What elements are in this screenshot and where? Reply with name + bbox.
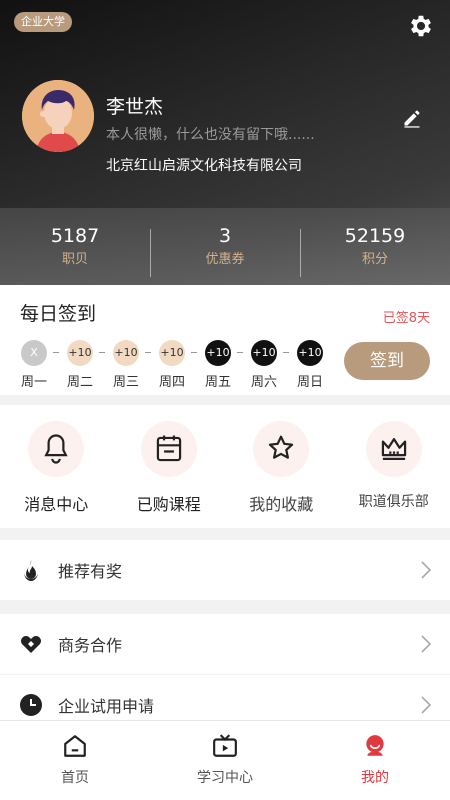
checkin-day: +10 周六 xyxy=(248,340,280,390)
stat-value: 3 xyxy=(218,224,232,247)
day-connector xyxy=(191,352,197,353)
day-label: 周三 xyxy=(112,375,139,390)
menu-item-business[interactable]: 商务合作 xyxy=(0,614,450,674)
day-mark: +10 xyxy=(159,340,185,366)
daily-checkin-card: 每日签到 已签8天 X 周一 +10 周二 +10 周三 +10 周四 +10 … xyxy=(0,285,450,395)
tab-learning-center[interactable]: 学习中心 xyxy=(150,721,300,800)
pencil-icon[interactable] xyxy=(402,108,422,128)
checkin-button[interactable]: 签到 xyxy=(344,342,430,380)
gear-icon[interactable] xyxy=(407,12,435,40)
user-motto: 本人很懒，什么也没有留下哦...... xyxy=(106,127,315,143)
day-mark: +10 xyxy=(297,340,323,366)
stat-label: 优惠券 xyxy=(205,251,245,267)
day-label: 周四 xyxy=(158,375,185,390)
calendar-icon xyxy=(140,421,197,477)
checkin-day: +10 周日 xyxy=(294,340,326,390)
tab-label: 我的 xyxy=(361,770,389,786)
day-label: 周六 xyxy=(250,375,277,390)
stat-label: 职贝 xyxy=(61,251,88,267)
flame-icon xyxy=(24,560,38,581)
company-name: 北京红山启源文化科技有限公司 xyxy=(106,158,302,174)
quick-item-courses[interactable]: 已购课程 xyxy=(113,405,226,528)
day-label: 周日 xyxy=(296,375,323,390)
quick-item-favorites[interactable]: 我的收藏 xyxy=(225,405,338,528)
day-connector xyxy=(53,352,59,353)
profile-header: 企业大学 李世杰 本人很懒，什么也没有留下哦...... 北京红山启源文化科技有… xyxy=(0,0,450,285)
day-mark: +10 xyxy=(67,340,93,366)
bottom-tab-bar: 首页 学习中心 我的 xyxy=(0,720,450,800)
quick-access-grid: 消息中心 已购课程 我的收藏 职道俱乐部 xyxy=(0,405,450,528)
quick-item-label: 已购课程 xyxy=(136,495,201,514)
enterprise-badge[interactable]: 企业大学 xyxy=(14,12,72,32)
clock-icon xyxy=(20,694,42,716)
crown-icon xyxy=(365,421,422,477)
day-mark: X xyxy=(21,340,47,366)
day-connector xyxy=(99,352,105,353)
day-connector xyxy=(237,352,243,353)
day-mark: +10 xyxy=(205,340,231,366)
checkin-title: 每日签到 xyxy=(20,303,97,325)
checkin-day: +10 周四 xyxy=(156,340,188,390)
profile-icon xyxy=(366,735,384,756)
checkin-day: +10 周二 xyxy=(64,340,96,390)
chevron-right-icon xyxy=(421,635,432,653)
day-label: 周五 xyxy=(204,375,231,390)
tab-mine[interactable]: 我的 xyxy=(300,721,450,800)
quick-item-club[interactable]: 职道俱乐部 xyxy=(338,405,450,528)
bell-icon xyxy=(28,421,85,477)
day-label: 周一 xyxy=(20,375,47,390)
stat-value: 52159 xyxy=(344,224,406,247)
tab-label: 学习中心 xyxy=(197,770,253,786)
tab-home[interactable]: 首页 xyxy=(0,721,150,800)
avatar[interactable] xyxy=(22,80,94,152)
checkin-day: +10 周三 xyxy=(110,340,142,390)
menu-item-referral[interactable]: 推荐有奖 xyxy=(0,540,450,600)
menu-item-label: 商务合作 xyxy=(58,636,123,655)
tab-label: 首页 xyxy=(61,770,89,786)
chevron-right-icon xyxy=(421,696,432,714)
stats-bar: 5187 职贝 3 优惠券 52159 积分 xyxy=(0,208,450,285)
day-label: 周二 xyxy=(66,375,93,390)
stat-value: 5187 xyxy=(50,224,100,247)
day-mark: +10 xyxy=(113,340,139,366)
checkin-count: 已签8天 xyxy=(382,311,430,326)
home-icon xyxy=(64,735,86,757)
day-connector xyxy=(145,352,151,353)
handshake-icon xyxy=(21,636,42,653)
menu-item-label: 企业试用申请 xyxy=(58,697,155,716)
day-connector xyxy=(283,352,289,353)
checkin-day: +10 周五 xyxy=(202,340,234,390)
day-mark: +10 xyxy=(251,340,277,366)
quick-item-label: 职道俱乐部 xyxy=(358,494,429,510)
checkin-day: X 周一 xyxy=(18,340,50,390)
stat-zhibei[interactable]: 5187 职贝 xyxy=(0,223,150,271)
quick-item-label: 消息中心 xyxy=(24,495,89,514)
star-icon xyxy=(253,421,310,477)
tv-icon xyxy=(213,734,237,757)
stat-coupons[interactable]: 3 优惠券 xyxy=(150,223,300,277)
quick-item-messages[interactable]: 消息中心 xyxy=(0,405,113,528)
stat-points[interactable]: 52159 积分 xyxy=(300,223,450,277)
quick-item-label: 我的收藏 xyxy=(249,495,314,514)
menu-item-label: 推荐有奖 xyxy=(58,562,123,581)
chevron-right-icon xyxy=(421,561,432,579)
stat-label: 积分 xyxy=(361,251,388,267)
user-name: 李世杰 xyxy=(106,96,164,118)
